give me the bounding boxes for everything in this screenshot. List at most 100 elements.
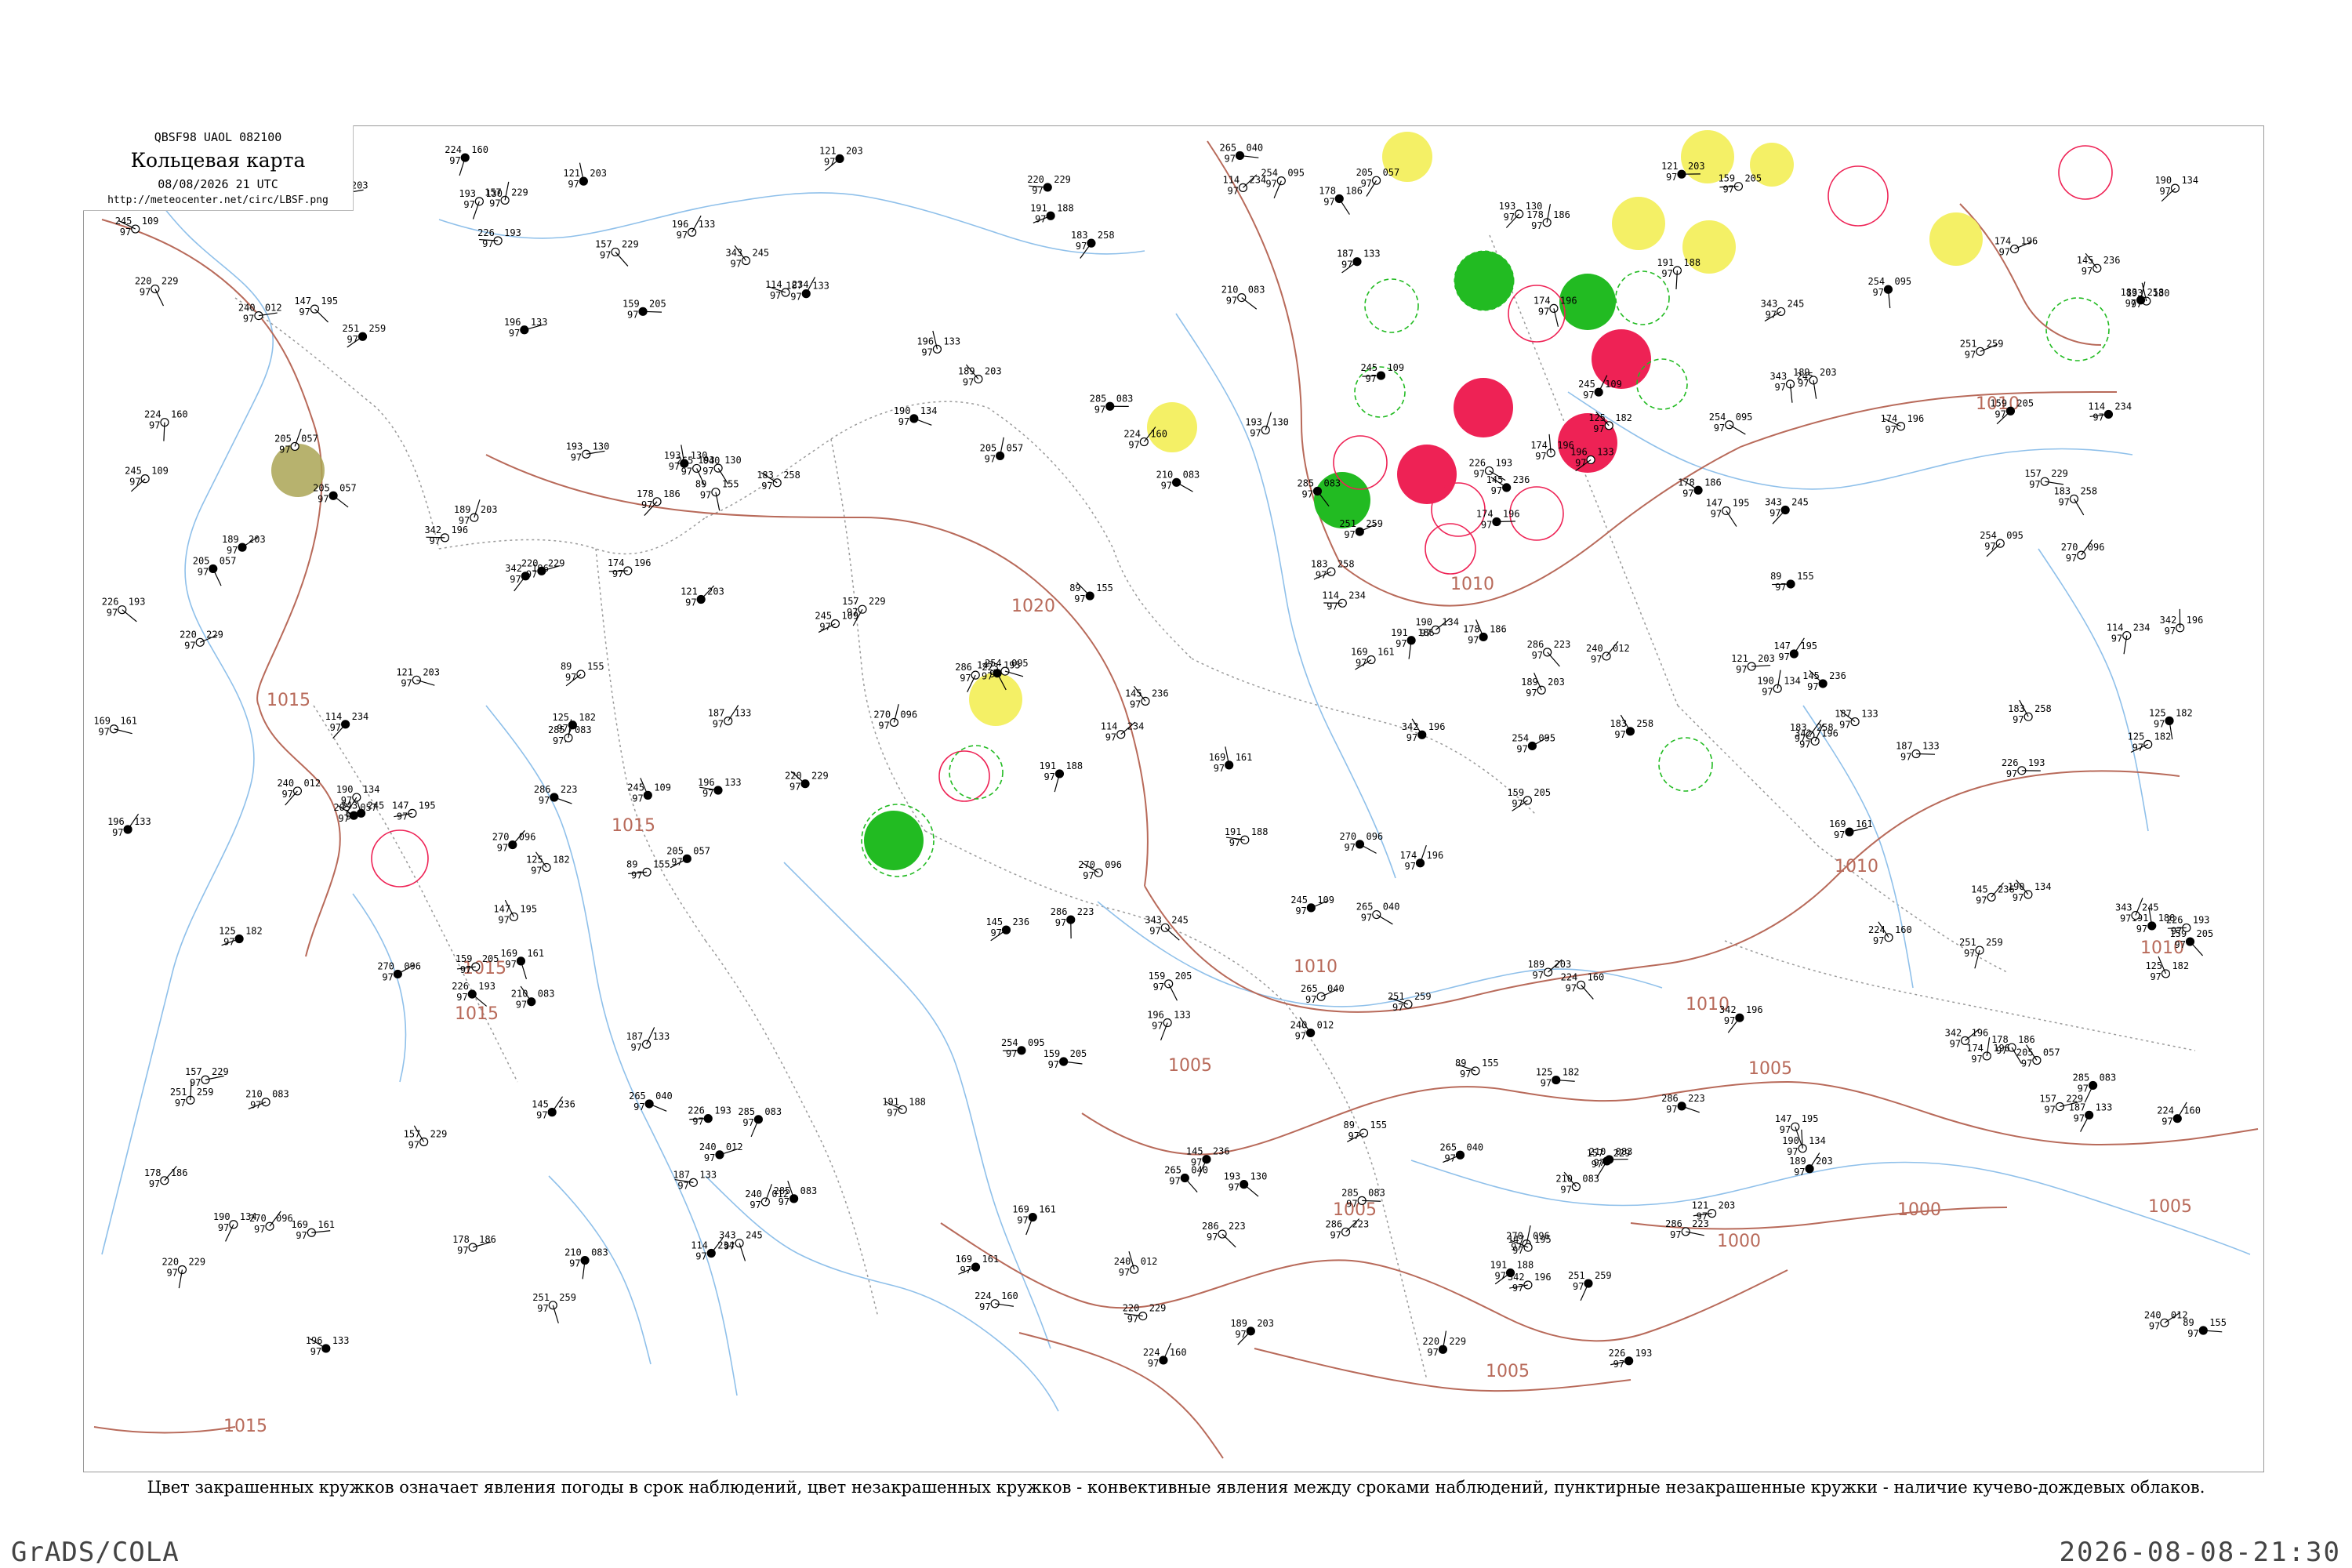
station-dewpoint: 97: [824, 156, 835, 167]
station-dewpoint: 97: [1950, 1038, 1961, 1049]
station-temperature: 145: [2077, 255, 2094, 266]
station-plot: 190 134 97: [1757, 670, 1801, 697]
station-temperature: 245: [115, 216, 132, 227]
station-temperature: 169: [500, 948, 517, 959]
station-dewpoint: 97: [505, 959, 516, 970]
station-pressure: 040: [1246, 142, 1263, 153]
station-temperature: 169: [955, 1254, 972, 1265]
station-dewpoint: 97: [669, 461, 680, 472]
station-dewpoint: 97: [1405, 861, 1416, 872]
station-plot: 114 234 97: [2088, 401, 2132, 423]
station-temperature: 193: [1224, 1171, 1241, 1182]
station-pressure: 083: [1616, 1146, 1633, 1157]
station-temperature: 270: [1339, 831, 1356, 842]
station-plot: 265 040 97: [1356, 902, 1399, 925]
station-temperature: 343: [725, 248, 742, 259]
station-dewpoint: 97: [526, 568, 537, 579]
station-dewpoint: 97: [1295, 906, 1306, 916]
station-temperature: 245: [1578, 379, 1595, 390]
station-pressure: 259: [1987, 338, 2004, 349]
station-temperature: 178: [1463, 623, 1480, 634]
station-dewpoint: 97: [685, 597, 696, 608]
station-plot: 169 161 97: [1351, 647, 1395, 670]
isobar-label: 1000: [1897, 1200, 1941, 1220]
station-plot: 191 188 97: [1030, 202, 1074, 224]
station-pressure: 236: [1012, 916, 1029, 927]
station-plot: 193 130 97: [1224, 1171, 1267, 1197]
station-plot: 187 133 97: [708, 705, 751, 730]
station-temperature: 226: [452, 981, 469, 992]
station-pressure: 186: [663, 488, 681, 499]
station-temperature: 226: [477, 227, 495, 238]
station-pressure: 096: [1366, 831, 1383, 842]
station-temperature: 187: [2069, 1102, 2086, 1112]
station-dewpoint: 97: [1427, 1347, 1438, 1358]
station-plot: 220 229 97: [180, 629, 223, 651]
station-plot: 169 161 97: [291, 1219, 335, 1241]
station-dewpoint: 97: [107, 608, 118, 619]
station-temperature: 190: [336, 784, 354, 795]
station-temperature: 226: [688, 1105, 705, 1116]
station-pressure: 160: [1588, 971, 1605, 982]
station-pressure: 196: [1427, 850, 1444, 861]
station-temperature: 220: [1422, 1336, 1439, 1347]
station-pressure: 188: [1057, 202, 1074, 213]
station-pressure: 134: [2181, 175, 2198, 186]
station-pressure: 083: [575, 724, 592, 735]
station-plot: 226 193 97: [688, 1105, 731, 1127]
station-plot: 147 195 97: [294, 296, 338, 323]
station-dewpoint: 97: [175, 1098, 186, 1109]
station-temperature: 169: [1351, 647, 1368, 658]
station-pressure: 134: [2034, 881, 2052, 892]
station-pressure: 196: [2187, 615, 2204, 626]
source-url: http://meteocenter.net/circ/LBSF.png: [107, 194, 328, 206]
station-temperature: 270: [2061, 542, 2078, 553]
station-plot: 190 134 97: [894, 405, 938, 427]
station-plot: 210 083 97: [1156, 469, 1200, 492]
wind-barb: [1547, 652, 1560, 667]
station-pressure: 133: [134, 816, 151, 827]
station-plot: 343 245 97: [1765, 496, 1809, 524]
station-pressure: 259: [559, 1292, 576, 1303]
station-plot: 196 133 97: [107, 813, 151, 838]
station-temperature: 147: [1775, 1113, 1792, 1124]
station-pressure: 161: [982, 1254, 999, 1265]
wind-barb: [1496, 521, 1515, 523]
station-dewpoint: 97: [2029, 479, 2040, 490]
station-dewpoint: 97: [600, 249, 611, 260]
station-pressure: 096: [519, 832, 536, 843]
station-temperature: 220: [180, 629, 197, 640]
station-dewpoint: 97: [397, 811, 408, 822]
station-plot: 196 133 97: [672, 215, 715, 241]
station-plot: 270 096 97: [873, 704, 917, 731]
station-pressure: 133: [1597, 446, 1614, 457]
station-pressure: 133: [699, 1169, 717, 1180]
station-temperature: 285: [738, 1106, 755, 1117]
station-plot: 125 182 97: [219, 925, 263, 947]
station-dewpoint: 97: [457, 1245, 468, 1256]
station-dewpoint: 97: [2066, 553, 2077, 564]
station-pressure: 095: [1028, 1037, 1045, 1048]
station-plot: 147 195 97: [1508, 1234, 1552, 1256]
station-dewpoint: 97: [1666, 1104, 1677, 1115]
station-pressure: 258: [783, 470, 800, 481]
station-pressure: 223: [1692, 1218, 1709, 1229]
station-temperature: 114: [1322, 590, 1339, 601]
station-dewpoint: 97: [1392, 1002, 1403, 1013]
station-pressure: 259: [1414, 991, 1432, 1002]
station-dewpoint: 97: [401, 677, 412, 688]
station-pressure: 259: [1366, 518, 1383, 529]
station-temperature: 125: [2145, 960, 2162, 971]
station-temperature: 193: [664, 450, 681, 461]
station-temperature: 157: [842, 596, 859, 607]
station-dewpoint: 97: [1214, 763, 1225, 774]
station-temperature: 285: [774, 1185, 791, 1196]
station-plot: 226 193 97: [102, 597, 145, 622]
station-dewpoint: 97: [537, 1303, 548, 1314]
station-dewpoint: 97: [456, 992, 467, 1003]
station-pressure: 203: [423, 666, 440, 677]
station-pressure: 083: [1582, 1174, 1599, 1185]
station-temperature: 125: [219, 925, 236, 936]
station-temperature: 121: [1661, 161, 1679, 172]
station-temperature: 342: [2160, 615, 2177, 626]
